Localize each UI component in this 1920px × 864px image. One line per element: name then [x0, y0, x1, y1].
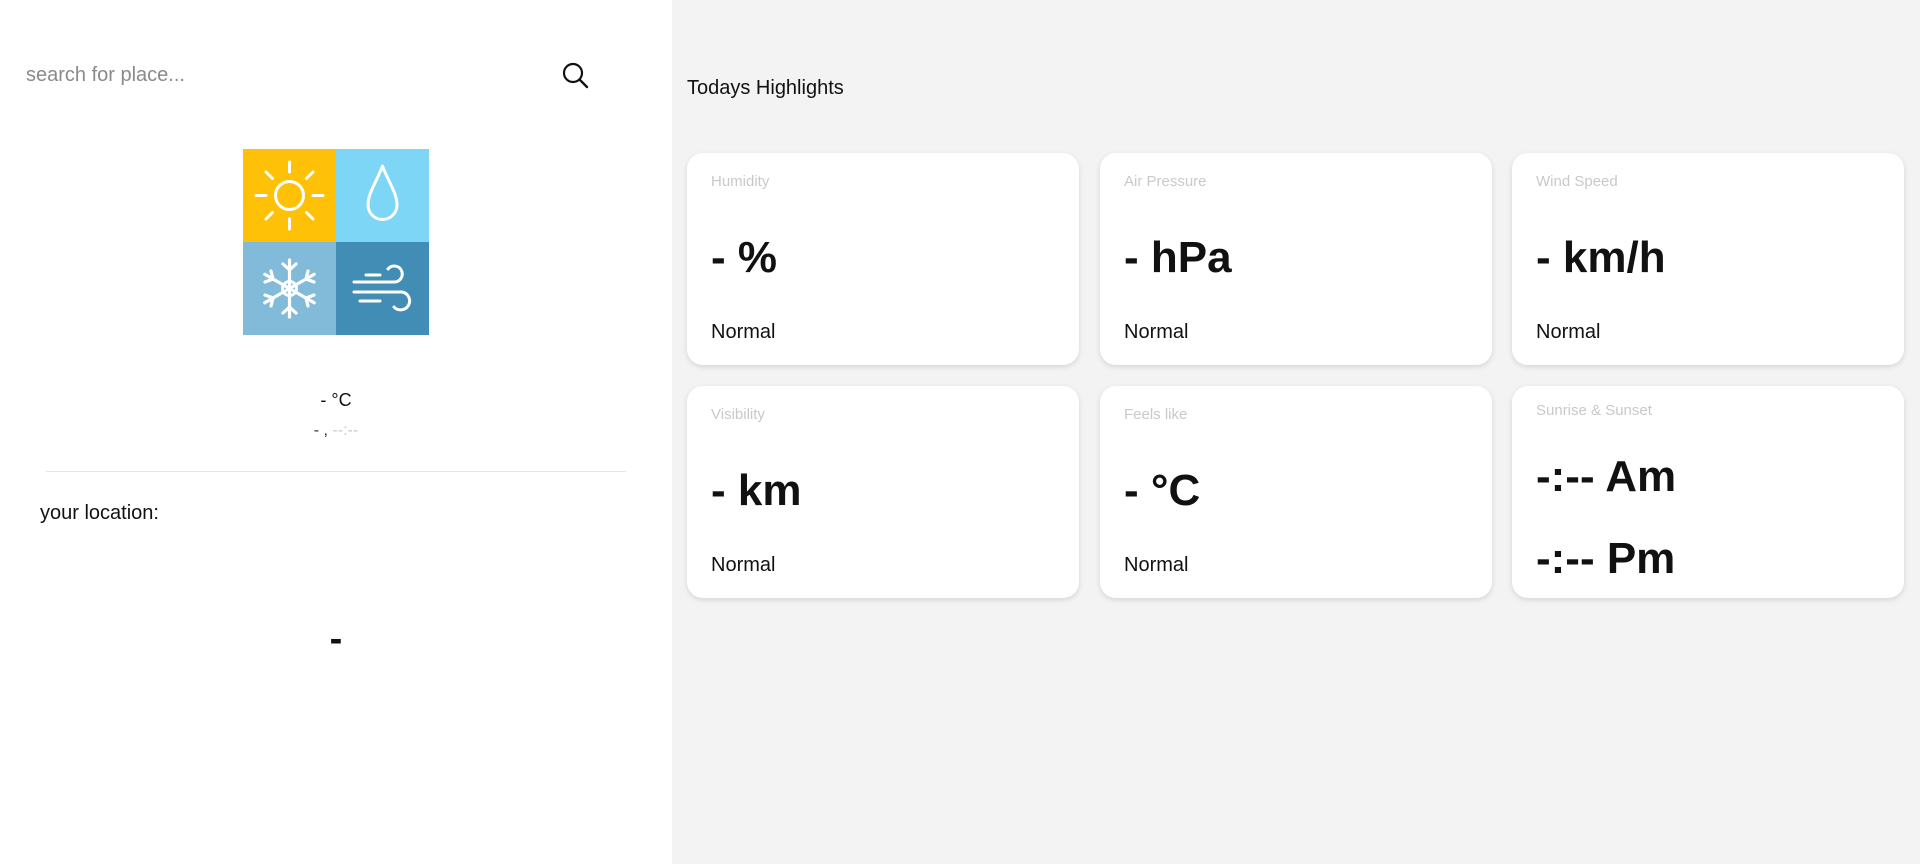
- sunset-time: -:-- Pm: [1536, 534, 1676, 583]
- current-datetime: - , --:--: [0, 422, 672, 440]
- snow-tile: [243, 242, 336, 335]
- card-status: Normal: [1536, 321, 1601, 343]
- air-pressure-card: Air Pressure - hPa Normal: [1100, 153, 1492, 365]
- divider: [46, 471, 626, 472]
- card-value: - °C: [1124, 466, 1201, 515]
- wind-tile: [336, 242, 429, 335]
- search-icon: [562, 62, 589, 89]
- location-value: -: [329, 618, 343, 660]
- sunrise-time: -:-- Am: [1536, 452, 1677, 501]
- card-label: Visibility: [711, 406, 765, 423]
- current-temperature: - °C: [320, 390, 352, 410]
- card-label: Humidity: [711, 173, 770, 190]
- sun-icon: [254, 160, 325, 231]
- card-label: Feels like: [1124, 406, 1188, 423]
- visibility-card: Visibility - km Normal: [687, 386, 1079, 598]
- wind-speed-card: Wind Speed - km/h Normal: [1512, 153, 1904, 365]
- card-value: - km/h: [1536, 233, 1666, 282]
- card-value: - hPa: [1124, 233, 1232, 282]
- sidebar: - °C - , --:-- your location: -: [0, 0, 672, 864]
- weather-icon: [243, 149, 429, 335]
- page-title: Todays Highlights: [687, 77, 844, 99]
- card-value: - %: [711, 233, 777, 282]
- card-status: Normal: [711, 554, 776, 576]
- current-time: --:--: [332, 422, 359, 439]
- search-input[interactable]: [24, 52, 548, 98]
- card-label: Sunrise & Sunset: [1536, 402, 1652, 419]
- search-bar: [24, 52, 600, 98]
- card-status: Normal: [1124, 321, 1189, 343]
- rain-tile: [336, 149, 429, 242]
- search-button[interactable]: [558, 58, 592, 92]
- sun-tile: [243, 149, 336, 242]
- card-label: Air Pressure: [1124, 173, 1207, 190]
- current-day: - ,: [313, 422, 328, 439]
- card-status: Normal: [1124, 554, 1189, 576]
- wind-icon: [352, 264, 412, 312]
- feels-like-card: Feels like - °C Normal: [1100, 386, 1492, 598]
- sunrise-sunset-card: Sunrise & Sunset -:-- Am -:-- Pm: [1512, 386, 1904, 598]
- card-value: - km: [711, 466, 802, 515]
- humidity-card: Humidity - % Normal: [687, 153, 1079, 365]
- raindrop-icon: [366, 164, 399, 221]
- snowflake-icon: [263, 258, 316, 319]
- location-label: your location:: [40, 502, 159, 524]
- card-label: Wind Speed: [1536, 173, 1618, 190]
- card-status: Normal: [711, 321, 776, 343]
